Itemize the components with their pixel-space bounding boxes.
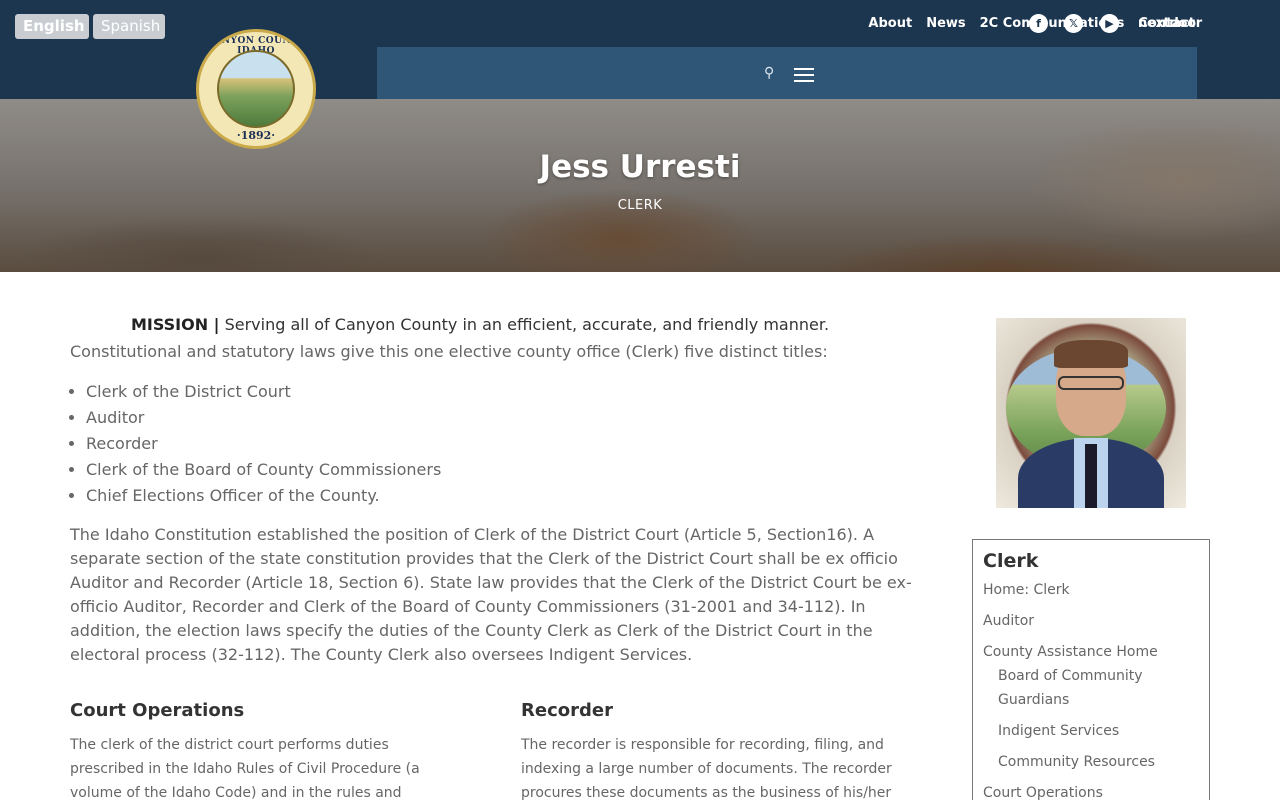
recorder-text: The recorder is responsible for recordin… xyxy=(521,737,892,800)
seal-year: ·1892· xyxy=(236,129,276,142)
spanish-button[interactable]: Spanish xyxy=(93,14,165,39)
facebook-icon[interactable]: f xyxy=(1029,14,1048,33)
court-operations-section: Court Operations The clerk of the distri… xyxy=(70,700,460,800)
youtube-icon[interactable]: ▶ xyxy=(1100,14,1119,33)
portrait-glasses xyxy=(1058,376,1124,390)
sidebar-item-auditor[interactable]: Auditor xyxy=(983,609,1199,633)
list-item: Recorder xyxy=(86,431,910,457)
sidebar-item-community-resources[interactable]: Community Resources xyxy=(983,750,1199,774)
search-menu-bar: ⚲ xyxy=(377,47,1197,99)
recorder-heading: Recorder xyxy=(521,700,613,721)
list-item: Clerk of the Board of County Commissione… xyxy=(86,457,910,483)
menu-icon[interactable] xyxy=(794,68,814,82)
hero-banner: Jess Urresti CLERK xyxy=(0,99,1280,272)
portrait-tie xyxy=(1085,444,1097,508)
recorder-section: Recorder The recorder is responsible for… xyxy=(521,700,911,800)
county-seal-logo[interactable]: CANYON COUNTY IDAHO ·1892· xyxy=(196,29,316,149)
mission-statement: MISSION | Serving all of Canyon County i… xyxy=(50,315,910,334)
sidebar-item-home-clerk[interactable]: Home: Clerk xyxy=(983,578,1199,602)
main-content: MISSION | Serving all of Canyon County i… xyxy=(70,310,912,800)
sidebar-item-community-guardians[interactable]: Board of Community Guardians xyxy=(983,664,1199,712)
site-header: English Spanish About News 2C Communicat… xyxy=(0,0,1280,99)
list-item: Clerk of the District Court xyxy=(86,379,910,405)
seal-landscape xyxy=(217,50,295,128)
sidebar-heading: Clerk xyxy=(983,550,1039,572)
intro-text: Constitutional and statutory laws give t… xyxy=(70,342,828,361)
english-button[interactable]: English xyxy=(15,14,89,39)
clerk-sidebar-nav: Clerk Home: Clerk Auditor County Assista… xyxy=(972,539,1210,800)
page-title: Jess Urresti xyxy=(539,149,741,185)
sidebar-item-indigent-services[interactable]: Indigent Services xyxy=(983,719,1199,743)
portrait-hair xyxy=(1054,340,1128,368)
court-operations-text: The clerk of the district court performs… xyxy=(70,737,420,800)
page-subtitle: CLERK xyxy=(617,198,663,213)
nav-about[interactable]: About xyxy=(868,12,912,36)
titles-list: Clerk of the District Court Auditor Reco… xyxy=(86,379,910,509)
sidebar-item-court-operations[interactable]: Court Operations xyxy=(983,781,1199,800)
list-item: Chief Elections Officer of the County. xyxy=(86,483,910,509)
hero-overlay xyxy=(0,99,1280,272)
x-icon[interactable]: 𝕏 xyxy=(1064,14,1083,33)
sidebar-item-county-assistance[interactable]: County Assistance Home xyxy=(983,640,1199,664)
court-operations-heading: Court Operations xyxy=(70,700,245,721)
clerk-portrait xyxy=(996,318,1186,508)
search-icon[interactable]: ⚲ xyxy=(764,65,774,81)
list-item: Auditor xyxy=(86,405,910,431)
mission-text: Serving all of Canyon County in an effic… xyxy=(219,315,830,334)
constitution-paragraph: The Idaho Constitution established the p… xyxy=(70,525,912,664)
nav-news[interactable]: News xyxy=(926,12,965,36)
mission-label: MISSION | xyxy=(130,315,220,334)
nextdoor-link[interactable]: nextdoor xyxy=(1138,16,1202,31)
